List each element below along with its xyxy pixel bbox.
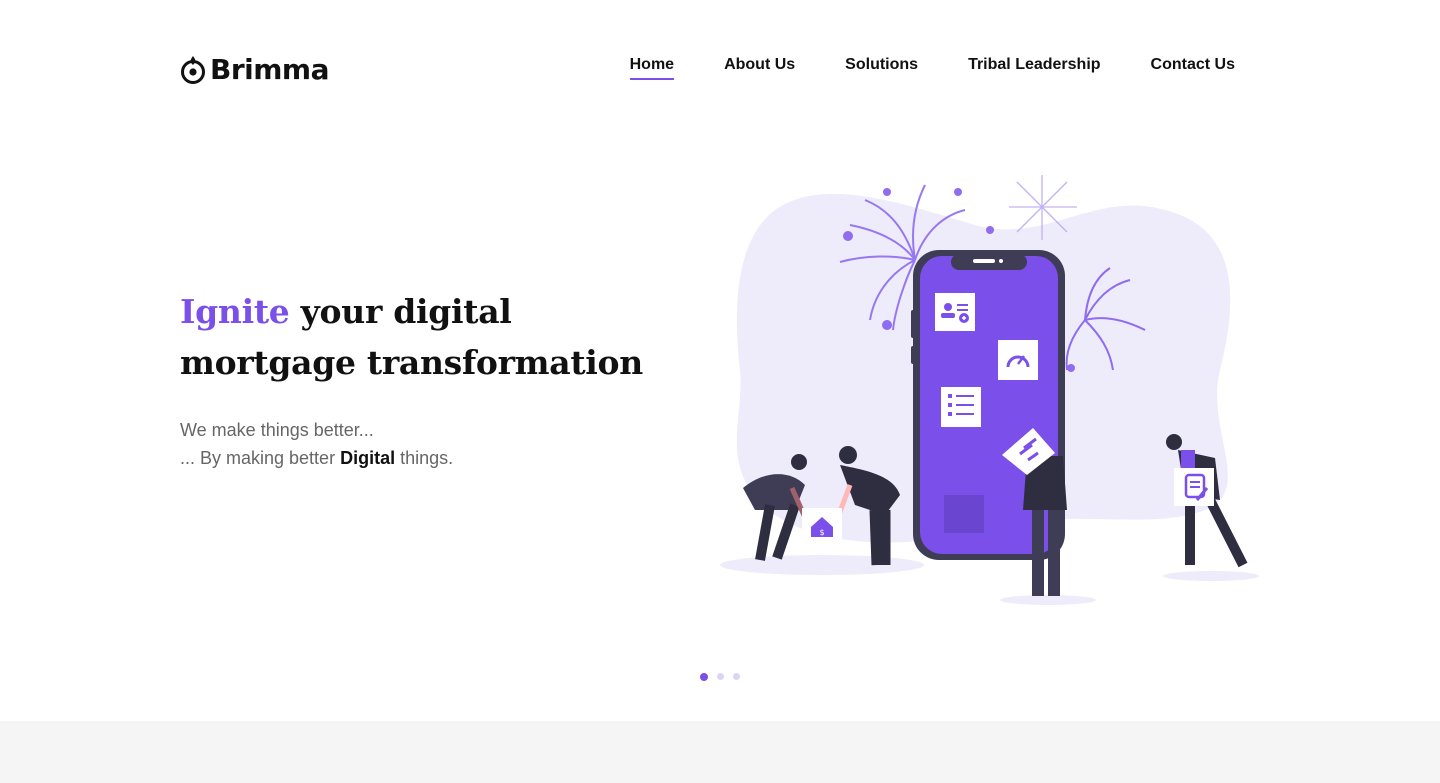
nav-item-solutions[interactable]: Solutions (845, 56, 918, 80)
svg-text:$: $ (819, 528, 824, 537)
subtitle-line2-prefix: ... By making better (180, 448, 341, 468)
nav-item-contact-us[interactable]: Contact Us (1151, 56, 1235, 80)
headline-line1-rest: your digital (289, 292, 512, 331)
brand-logo[interactable]: Brimma (180, 52, 330, 86)
carousel-dot-3[interactable] (733, 673, 740, 680)
main-nav: Home About Us Solutions Tribal Leadershi… (580, 56, 1235, 80)
celebration-illustration: $ (720, 175, 1259, 605)
carousel-dot-1[interactable] (700, 672, 708, 681)
hero-section: Ignite your digital mortgage transformat… (180, 286, 650, 472)
site-header: Brimma Home About Us Solutions Tribal Le… (0, 0, 1440, 130)
nav-item-about-us[interactable]: About Us (724, 56, 795, 80)
next-section-band (0, 721, 1440, 783)
hero-headline: Ignite your digital mortgage transformat… (180, 286, 650, 388)
nav-item-tribal-leadership[interactable]: Tribal Leadership (968, 56, 1100, 80)
subtitle-line1: We make things better... (180, 420, 374, 440)
brand-name: Brimma (210, 52, 330, 86)
carousel-dots (700, 672, 749, 681)
user-card-icon (935, 293, 975, 331)
headline-accent: Ignite (180, 292, 290, 331)
nav-item-home[interactable]: Home (629, 56, 675, 80)
speedometer-icon (998, 340, 1038, 380)
headline-line2: mortgage transformation (180, 343, 643, 382)
hero-subtitle: We make things better... ... By making b… (180, 416, 650, 472)
subtitle-highlight: Digital (340, 448, 396, 468)
subtitle-line2-suffix: things. (395, 448, 454, 468)
carousel-dot-2[interactable] (717, 673, 724, 680)
hero-illustration: $ (715, 170, 1265, 610)
checklist-icon (941, 387, 981, 427)
brimma-logo-icon (181, 56, 205, 84)
